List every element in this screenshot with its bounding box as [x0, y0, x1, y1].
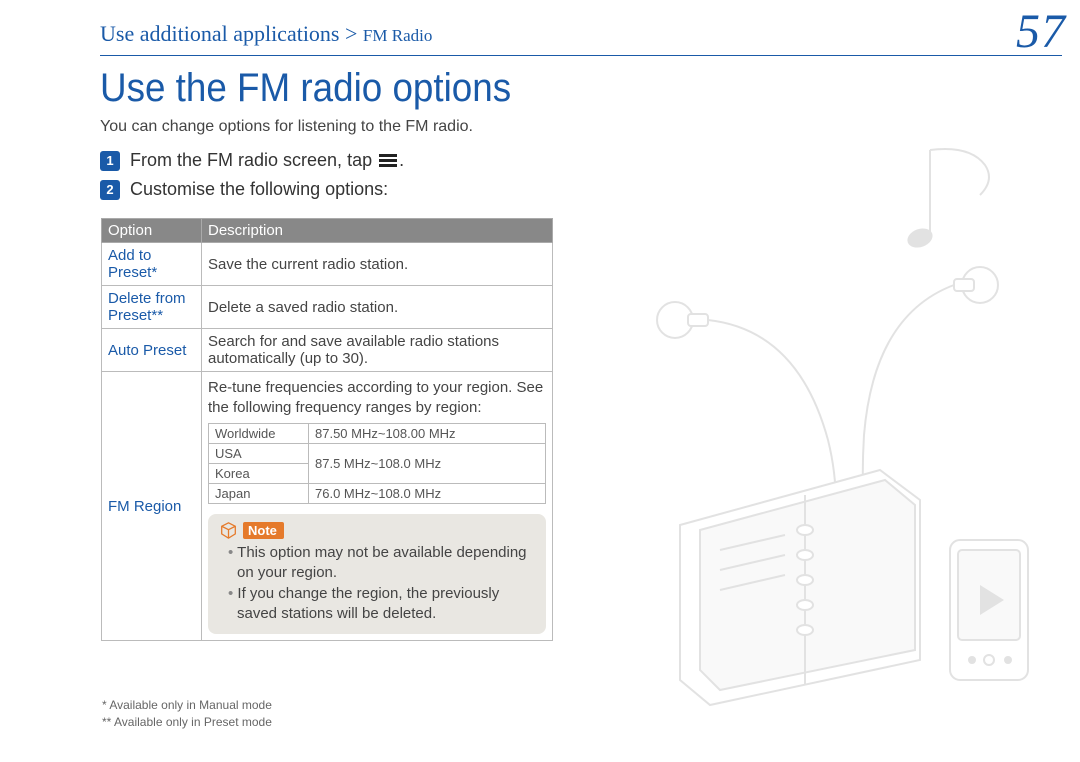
desc-add-to-preset: Save the current radio station.: [202, 243, 553, 286]
breadcrumb-section: Use additional applications: [100, 21, 340, 46]
opt-fm-region: FM Region: [102, 372, 202, 641]
page-number: 57: [1016, 4, 1066, 59]
music-note-icon: [905, 149, 989, 251]
row-add-to-preset: Add to Preset* Save the current radio st…: [102, 243, 553, 286]
step-1: 1 From the FM radio screen, tap .: [100, 150, 404, 171]
step-badge-2: 2: [100, 180, 120, 200]
freq-region-usa: USA: [209, 444, 308, 464]
steps-list: 1 From the FM radio screen, tap . 2 Cust…: [100, 150, 404, 208]
desc-fm-region: Re-tune frequencies according to your re…: [208, 378, 546, 417]
breadcrumb-separator: >: [340, 21, 363, 46]
freq-region-korea: Korea: [209, 464, 308, 483]
row-delete-from-preset: Delete from Preset** Delete a saved radi…: [102, 286, 553, 329]
freq-range-usa-korea: 87.5 MHz~108.0 MHz: [309, 444, 546, 484]
row-auto-preset: Auto Preset Search for and save availabl…: [102, 329, 553, 372]
header-divider: [100, 55, 1062, 56]
step-1-text-before: From the FM radio screen, tap: [130, 150, 377, 170]
breadcrumb-subsection: FM Radio: [363, 26, 432, 45]
note-label: Note: [243, 522, 284, 539]
opt-auto-preset: Auto Preset: [102, 329, 202, 372]
decorative-illustration: [620, 130, 1060, 710]
th-option: Option: [102, 219, 202, 243]
breadcrumb: Use additional applications > FM Radio: [100, 21, 432, 47]
freq-row-usa-korea: USA Korea 87.5 MHz~108.0 MHz: [209, 444, 546, 484]
note-item-2: If you change the region, the previously…: [228, 584, 534, 625]
desc-auto-preset: Search for and save available radio stat…: [202, 329, 553, 372]
page-title: Use the FM radio options: [100, 66, 511, 111]
footnote-2: ** Available only in Preset mode: [102, 714, 272, 731]
step-2: 2 Customise the following options:: [100, 179, 404, 200]
freq-row-worldwide: Worldwide 87.50 MHz~108.00 MHz: [209, 424, 546, 444]
freq-region-usa-korea: USA Korea: [209, 444, 309, 484]
opt-add-to-preset: Add to Preset*: [102, 243, 202, 286]
desc-delete-from-preset: Delete a saved radio station.: [202, 286, 553, 329]
opt-delete-from-preset: Delete from Preset**: [102, 286, 202, 329]
step-badge-1: 1: [100, 151, 120, 171]
note-item-1: This option may not be available dependi…: [228, 543, 534, 584]
freq-range-worldwide: 87.50 MHz~108.00 MHz: [309, 424, 546, 444]
freq-range-japan: 76.0 MHz~108.0 MHz: [309, 484, 546, 504]
note-cube-icon: [220, 522, 237, 539]
desc-fm-region-cell: Re-tune frequencies according to your re…: [202, 372, 553, 641]
step-1-text-after: .: [399, 150, 404, 170]
freq-row-japan: Japan 76.0 MHz~108.0 MHz: [209, 484, 546, 504]
freq-region-japan: Japan: [209, 484, 309, 504]
frequency-table: Worldwide 87.50 MHz~108.00 MHz USA Korea…: [208, 423, 546, 504]
row-fm-region: FM Region Re-tune frequencies according …: [102, 372, 553, 641]
menu-icon: [379, 154, 397, 168]
options-table: Option Description Add to Preset* Save t…: [101, 218, 553, 641]
footnotes: * Available only in Manual mode ** Avail…: [102, 697, 272, 731]
note-header: Note: [220, 522, 534, 539]
intro-text: You can change options for listening to …: [100, 118, 473, 136]
freq-region-worldwide: Worldwide: [209, 424, 309, 444]
th-description: Description: [202, 219, 553, 243]
step-2-text: Customise the following options:: [130, 179, 388, 200]
footnote-1: * Available only in Manual mode: [102, 697, 272, 714]
organizer-icon: [680, 470, 920, 705]
note-box: Note This option may not be available de…: [208, 514, 546, 634]
media-player-icon: [950, 540, 1028, 680]
step-1-text: From the FM radio screen, tap .: [130, 150, 404, 171]
